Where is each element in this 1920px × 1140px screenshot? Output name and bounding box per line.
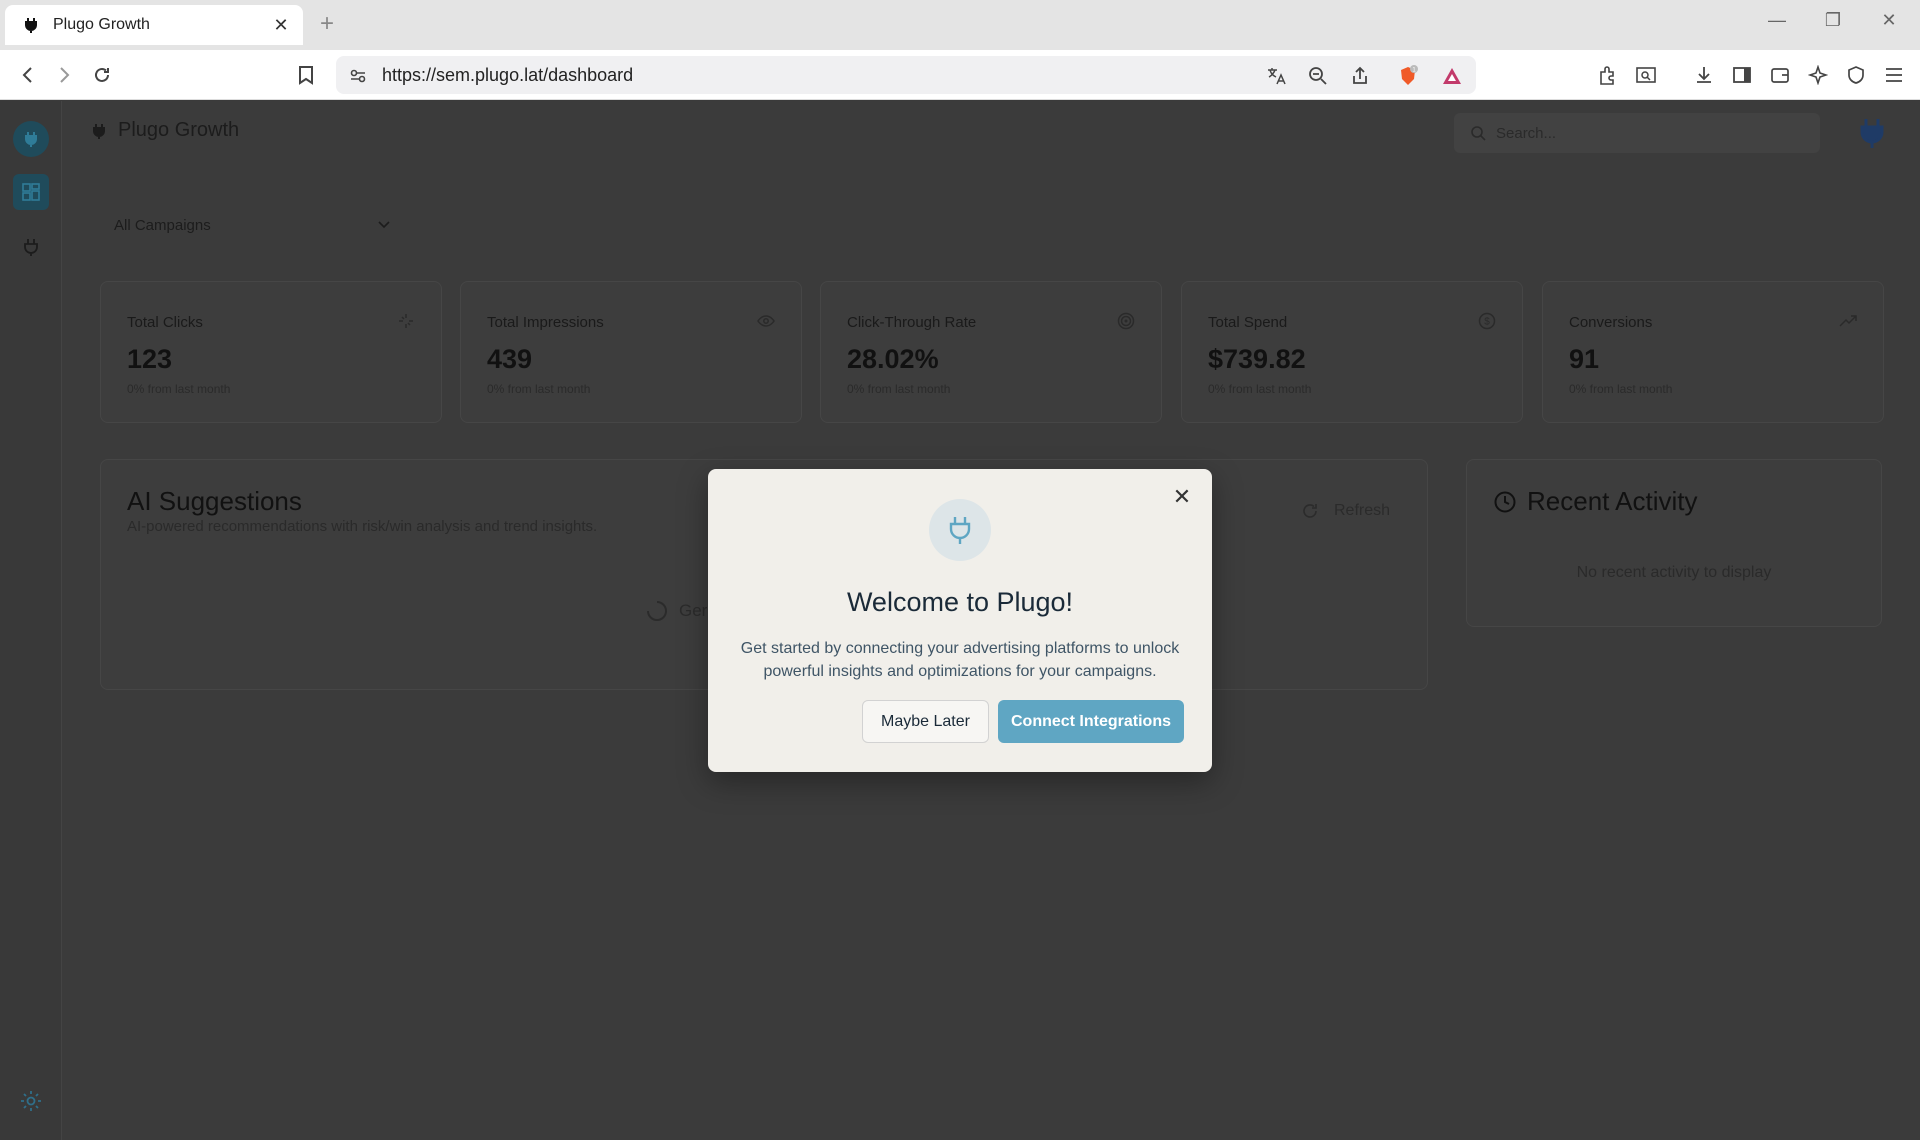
recent-activity-title: Recent Activity (1527, 486, 1698, 516)
menu-icon[interactable] (1882, 63, 1906, 87)
connect-integrations-button[interactable]: Connect Integrations (998, 700, 1184, 743)
zoom-out-icon[interactable] (1306, 64, 1330, 88)
metric-card-conversions: Conversions 91 0% from last month (1542, 281, 1884, 423)
spinner-icon (647, 601, 667, 621)
sidebar-item-dashboard[interactable] (13, 174, 49, 210)
share-icon[interactable] (1348, 64, 1372, 88)
metric-label: Conversions (1569, 314, 1653, 331)
sidebar-toggle-icon[interactable] (1730, 63, 1754, 87)
sparkle-icon (399, 314, 413, 328)
modal-plug-badge (929, 499, 991, 561)
metric-label: Total Clicks (127, 314, 203, 331)
plug-avatar-icon (1860, 119, 1884, 148)
eye-icon (757, 315, 775, 327)
metric-value: $739.82 (1208, 344, 1306, 374)
metric-label: Total Impressions (487, 314, 604, 331)
ai-suggestions-title: AI Suggestions (127, 486, 302, 516)
browser-toolbar: https://sem.plugo.lat/dashboard 1 (0, 50, 1920, 100)
refresh-button[interactable]: Refresh (1288, 491, 1400, 531)
brave-shield-icon[interactable]: 1 (1396, 64, 1420, 88)
sidebar-item-integrations[interactable] (13, 229, 49, 265)
sidebar-logo[interactable] (13, 121, 49, 157)
chevron-down-icon (378, 221, 390, 229)
new-tab-icon[interactable]: + (320, 10, 334, 38)
settings-gear-icon[interactable] (19, 1089, 43, 1113)
modal-close-icon[interactable]: ✕ (1170, 484, 1194, 509)
refresh-icon (1303, 504, 1317, 518)
window-close-icon[interactable]: ✕ (1874, 10, 1904, 31)
tab-close-icon[interactable]: ✕ (271, 15, 291, 36)
metric-card-total-clicks: Total Clicks 123 0% from last month (100, 281, 442, 423)
brand-name: Plugo Growth (118, 119, 240, 141)
modal-title: Welcome to Plugo! (846, 587, 1074, 617)
recent-activity-panel: Recent Activity No recent activity to di… (1466, 459, 1882, 627)
trending-up-icon (1839, 315, 1857, 327)
plug-brand-icon (93, 123, 105, 139)
brand[interactable]: Plugo Growth (92, 119, 239, 142)
sidebar (0, 101, 62, 1140)
clock-icon (1494, 491, 1516, 512)
ai-loading-text: Ger (679, 601, 708, 620)
modal-body: Get started by connecting your advertisi… (740, 640, 1180, 680)
url-text[interactable]: https://sem.plugo.lat/dashboard (382, 65, 633, 86)
search-box[interactable] (1454, 113, 1820, 153)
metric-change: 0% from last month (1569, 382, 1673, 396)
svg-text:$: $ (1484, 317, 1490, 328)
app-header: Plugo Growth (62, 101, 1920, 165)
recent-activity-header: Recent Activity (1493, 486, 1698, 517)
vpn-shield-icon[interactable] (1844, 63, 1868, 87)
browser-tabbar: Plugo Growth ✕ + — ❐ ✕ (0, 0, 1920, 50)
plug-icon (949, 517, 971, 544)
refresh-label: Refresh (1334, 502, 1391, 519)
downloads-icon[interactable] (1692, 63, 1716, 87)
tab-search-icon[interactable] (1634, 63, 1658, 87)
metric-value: 439 (487, 344, 533, 374)
wallet-icon[interactable] (1768, 63, 1792, 87)
avatar[interactable] (1852, 113, 1892, 153)
leo-ai-icon[interactable] (1806, 63, 1830, 87)
site-settings-icon[interactable] (346, 64, 370, 88)
search-icon (1471, 126, 1486, 141)
search-input[interactable] (1496, 124, 1796, 142)
maybe-later-button[interactable]: Maybe Later (862, 700, 989, 743)
metric-card-ctr: Click-Through Rate 28.02% 0% from last m… (820, 281, 1162, 423)
bookmark-icon[interactable] (294, 63, 318, 87)
metric-value: 123 (127, 344, 173, 374)
metric-card-total-impressions: Total Impressions 439 0% from last month (460, 281, 802, 423)
tab-title: Plugo Growth (53, 16, 150, 33)
metric-card-total-spend: Total Spend $ $739.82 0% from last month (1181, 281, 1523, 423)
ai-suggestions-subtitle: AI-powered recommendations with risk/win… (127, 518, 598, 535)
extensions-icon[interactable] (1596, 63, 1620, 87)
welcome-modal: ✕ Welcome to Plugo! Get started by conne… (708, 469, 1212, 772)
plug-favicon-icon (25, 18, 37, 33)
metric-value: 28.02% (847, 344, 939, 374)
dashboard-icon (22, 183, 40, 201)
metric-change: 0% from last month (1208, 382, 1312, 396)
metric-change: 0% from last month (127, 382, 231, 396)
forward-icon[interactable] (52, 63, 76, 87)
campaign-select-value: All Campaigns (114, 216, 211, 234)
metric-label: Total Spend (1208, 314, 1288, 331)
metric-change: 0% from last month (487, 382, 591, 396)
dollar-circle-icon: $ (1478, 312, 1496, 330)
plug-icon (24, 239, 38, 256)
restore-icon[interactable]: ❐ (1818, 10, 1848, 31)
back-icon[interactable] (16, 63, 40, 87)
ai-loading-indicator: Ger (645, 599, 707, 623)
brave-rewards-icon[interactable] (1440, 64, 1464, 88)
reload-icon[interactable] (90, 63, 114, 87)
minimize-icon[interactable]: — (1762, 10, 1792, 31)
browser-tab[interactable]: Plugo Growth ✕ (5, 5, 303, 45)
address-bar[interactable]: https://sem.plugo.lat/dashboard 1 (336, 56, 1476, 94)
translate-icon[interactable] (1264, 64, 1288, 88)
plug-logo-icon (25, 132, 37, 147)
recent-activity-empty: No recent activity to display (1576, 564, 1772, 581)
target-icon (1117, 312, 1135, 330)
metric-label: Click-Through Rate (847, 314, 977, 331)
campaign-select[interactable]: All Campaigns (100, 205, 404, 245)
metric-change: 0% from last month (847, 382, 951, 396)
metric-value: 91 (1569, 344, 1600, 374)
